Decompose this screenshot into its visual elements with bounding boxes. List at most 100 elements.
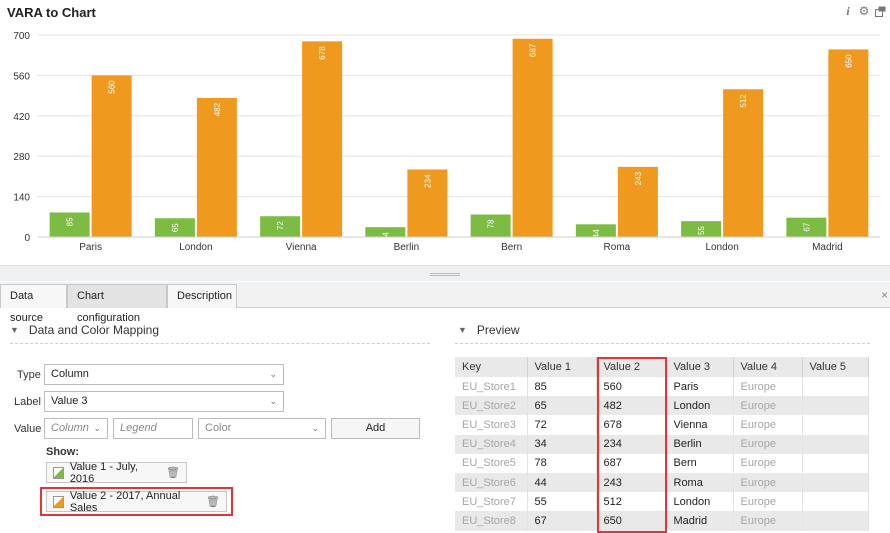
window-icon[interactable] bbox=[874, 5, 886, 17]
show-label: Show: bbox=[46, 446, 79, 458]
table-cell: EU_Store8 bbox=[455, 511, 528, 531]
table-cell: 44 bbox=[527, 472, 597, 493]
table-cell bbox=[802, 377, 869, 397]
label-select[interactable]: Value 3 ⌄ bbox=[44, 391, 284, 412]
data-label: 650 bbox=[844, 54, 853, 68]
color-select-placeholder: Color bbox=[205, 422, 232, 434]
table-cell: EU_Store3 bbox=[455, 415, 528, 435]
data-label: 72 bbox=[276, 221, 285, 230]
mapping-section-title: Data and Color Mapping bbox=[28, 323, 159, 337]
table-cell: Europe bbox=[733, 492, 803, 512]
tab-chart-configuration[interactable]: Chart configuration bbox=[67, 284, 167, 324]
column-header[interactable]: Value 1 bbox=[527, 357, 597, 377]
trash-icon[interactable]: 🗑 bbox=[166, 466, 180, 479]
table-cell: Europe bbox=[733, 472, 803, 493]
table-cell: 67 bbox=[527, 511, 597, 531]
table-cell bbox=[802, 511, 869, 531]
chevron-down-icon: ⌄ bbox=[269, 396, 277, 406]
table-cell: Europe bbox=[733, 453, 803, 473]
table-cell bbox=[802, 472, 869, 493]
preview-section-title: Preview bbox=[476, 323, 520, 337]
table-cell: EU_Store4 bbox=[455, 434, 528, 454]
column-select[interactable]: Column ⌄ bbox=[44, 418, 108, 439]
column-header[interactable]: Value 4 bbox=[733, 357, 803, 377]
table-cell: Europe bbox=[733, 377, 803, 397]
x-tick-label: London bbox=[705, 242, 738, 253]
splitter-grip[interactable] bbox=[430, 273, 460, 276]
preview-section-header[interactable]: ▼ Preview bbox=[458, 323, 520, 337]
bar bbox=[302, 41, 343, 237]
y-tick-label: 700 bbox=[13, 31, 30, 42]
show-item-label: Value 1 - July, 2016 bbox=[69, 460, 138, 485]
panel-splitter[interactable] bbox=[0, 265, 890, 281]
data-label: 687 bbox=[529, 43, 538, 57]
gear-icon[interactable]: ⚙ bbox=[858, 4, 870, 18]
tab-description[interactable]: Description bbox=[167, 284, 237, 308]
mapping-section-header[interactable]: ▼ Data and Color Mapping bbox=[10, 323, 159, 337]
table-cell bbox=[802, 415, 869, 435]
data-label: 34 bbox=[381, 232, 390, 241]
x-tick-label: Bern bbox=[501, 242, 522, 253]
bar bbox=[91, 75, 132, 238]
table-cell: 85 bbox=[527, 377, 597, 397]
y-tick-label: 560 bbox=[13, 71, 30, 82]
bar bbox=[512, 38, 553, 237]
table-cell bbox=[802, 492, 869, 512]
table-cell bbox=[802, 396, 869, 416]
x-tick-label: Roma bbox=[604, 242, 631, 253]
data-label: 678 bbox=[318, 46, 327, 60]
table-cell: EU_Store5 bbox=[455, 453, 528, 473]
table-cell: Roma bbox=[666, 472, 734, 493]
chevron-down-icon: ⌄ bbox=[93, 423, 101, 433]
column-header[interactable]: Value 3 bbox=[666, 357, 734, 377]
bar bbox=[196, 97, 237, 237]
y-tick-label: 280 bbox=[13, 152, 30, 163]
column-header[interactable]: Key bbox=[455, 357, 528, 377]
table-cell: Paris bbox=[666, 377, 734, 397]
bar bbox=[723, 89, 764, 237]
table-cell: EU_Store2 bbox=[455, 396, 528, 416]
table-cell bbox=[802, 434, 869, 454]
column-select-placeholder: Column bbox=[51, 422, 89, 434]
legend-input[interactable]: Legend bbox=[113, 418, 193, 439]
x-tick-label: London bbox=[179, 242, 212, 253]
table-cell: Madrid bbox=[666, 511, 734, 531]
table-cell: 65 bbox=[527, 396, 597, 416]
type-select-value: Column bbox=[51, 368, 89, 380]
color-select[interactable]: Color ⌄ bbox=[198, 418, 326, 439]
add-button[interactable]: Add bbox=[331, 418, 420, 439]
color-swatch-green bbox=[53, 466, 64, 479]
data-label: 243 bbox=[634, 171, 643, 185]
table-cell: EU_Store1 bbox=[455, 377, 528, 397]
close-icon[interactable]: × bbox=[881, 288, 888, 302]
collapse-caret-icon: ▼ bbox=[10, 325, 19, 335]
bar bbox=[828, 49, 869, 237]
table-cell: 78 bbox=[527, 453, 597, 473]
data-label: 85 bbox=[66, 217, 75, 226]
show-item-value-1: Value 1 - July, 2016 🗑 bbox=[46, 460, 187, 485]
table-cell: 34 bbox=[527, 434, 597, 454]
data-label: 512 bbox=[739, 94, 748, 108]
table-cell: Europe bbox=[733, 396, 803, 416]
info-icon[interactable]: i bbox=[842, 4, 854, 18]
table-cell: Bern bbox=[666, 453, 734, 473]
tab-data-source[interactable]: Data source bbox=[0, 284, 67, 324]
table-cell: London bbox=[666, 492, 734, 512]
type-select[interactable]: Column ⌄ bbox=[44, 364, 284, 385]
data-label: 78 bbox=[487, 219, 496, 228]
y-tick-label: 0 bbox=[24, 233, 30, 244]
highlight-box-show-item bbox=[40, 487, 233, 516]
chart-title: VARA to Chart bbox=[7, 5, 96, 20]
table-cell bbox=[802, 453, 869, 473]
table-cell: Europe bbox=[733, 511, 803, 531]
highlight-box-value-2-column bbox=[597, 357, 667, 533]
column-header[interactable]: Value 5 bbox=[802, 357, 869, 377]
table-cell: EU_Store7 bbox=[455, 492, 528, 512]
chart-panel: VARA to Chart i ⚙ 0 140 280 420 560 700 85 560 P… bbox=[0, 0, 890, 265]
column-chart: 0 140 280 420 560 700 85 560 Paris 65 482 London 72 6… bbox=[13, 31, 880, 253]
data-label: 67 bbox=[802, 222, 811, 231]
section-divider bbox=[10, 343, 430, 344]
chart-toolbar: i ⚙ bbox=[842, 4, 886, 18]
table-cell: Europe bbox=[733, 415, 803, 435]
x-tick-label: Vienna bbox=[286, 242, 317, 253]
